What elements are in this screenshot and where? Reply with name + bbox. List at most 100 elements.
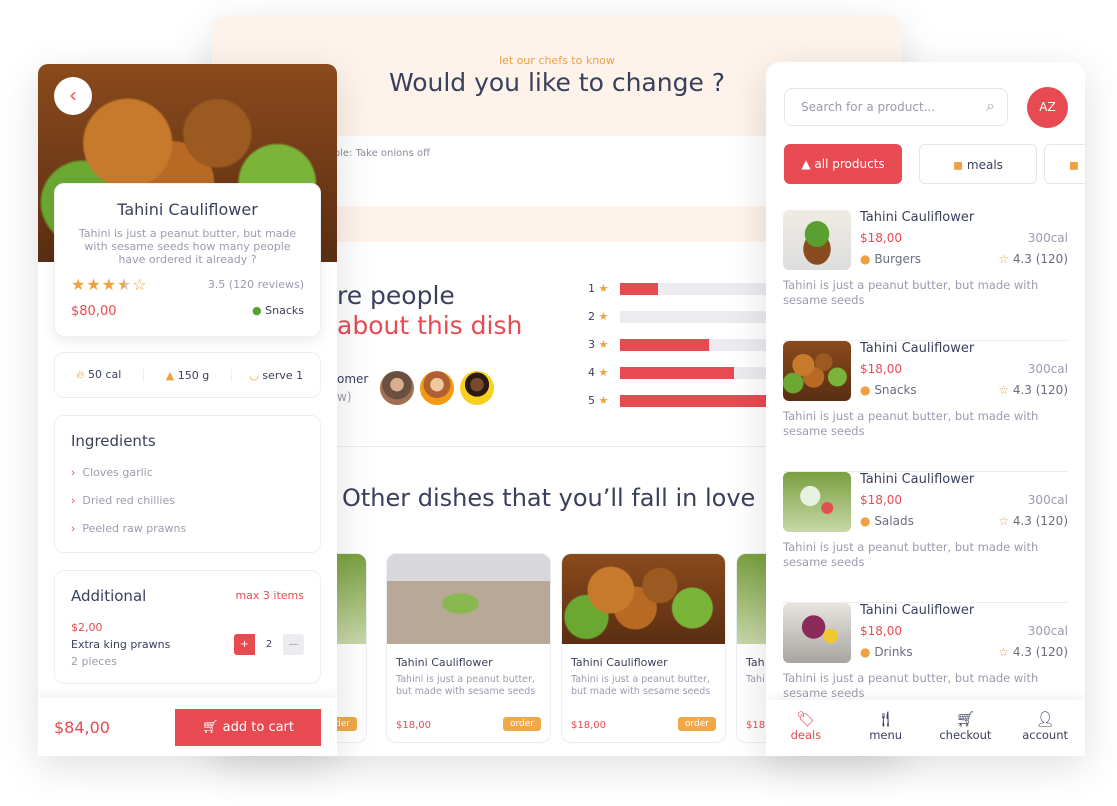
chevron-left-icon: ‹ — [69, 83, 77, 107]
dish-image — [387, 554, 550, 644]
product-calories: 300cal — [1027, 231, 1068, 245]
product-image — [783, 603, 851, 663]
search-input[interactable]: Search for a product... ⌕ — [784, 88, 1008, 126]
dish-price: $18,00 — [396, 720, 431, 731]
dish-card[interactable]: Tahini Cauliflower Tahini is just a peanu… — [386, 553, 551, 743]
search-placeholder: Search for a product... — [801, 100, 936, 114]
dish-info-card: Tahini Cauliflower Tahini is just a pean… — [54, 183, 321, 337]
avatar — [420, 371, 454, 405]
stat-label: 150 g — [177, 368, 210, 382]
nav-menu[interactable]: 🍴︎ menu — [846, 700, 926, 756]
dish-description: Tahini is just a peanut butter, but made… — [78, 227, 297, 266]
dish-name: Tahini Cauliflower — [117, 200, 258, 219]
increment-button[interactable]: + — [234, 634, 255, 655]
product-item[interactable]: Tahini Cauliflower $18,00 300cal ● Snacks ☆ … — [783, 341, 1068, 472]
dish-image — [562, 554, 725, 644]
rating-text: 3.5 (120 reviews) — [207, 278, 304, 291]
product-calories: 300cal — [1027, 493, 1068, 507]
product-rating: ☆ 4.3 (120) — [998, 383, 1068, 397]
add-to-cart-label: add to cart — [222, 720, 294, 735]
product-rating: ☆ 4.3 (120) — [998, 645, 1068, 659]
reviews-title-line2: about this dish — [337, 311, 523, 340]
ingredient-item: › Dried red chillies — [71, 494, 175, 507]
star-icon: ★ — [598, 310, 609, 323]
star-icon: ☆ — [998, 514, 1009, 528]
cloche-icon: ▲ — [801, 157, 811, 171]
product-image — [783, 472, 851, 532]
order-button[interactable]: order — [503, 717, 541, 731]
dish-description: Tahini is just a peanut butter, but made… — [571, 674, 711, 697]
chevron-right-icon: › — [71, 466, 76, 479]
note-placeholder: mple: Take onions off — [324, 148, 431, 159]
serve-stat: ◡ serve 1 — [232, 369, 320, 382]
product-category: ● Burgers — [860, 252, 922, 266]
category-icon: ● — [860, 252, 871, 266]
tag-icon: 🏷︎ — [796, 710, 816, 728]
stats-card: 🔥︎ 50 cal ▲ 150 g ◡ serve 1 — [54, 352, 321, 398]
quantity-value: 2 — [255, 634, 283, 655]
product-category: ● Salads — [860, 514, 914, 528]
ingredients-card: Ingredients › Cloves garlic › Dried red c… — [54, 415, 321, 553]
ingredient-item: › Cloves garlic — [71, 466, 153, 479]
star-icon: ★ — [598, 282, 609, 295]
product-name: Tahini Cauliflower — [860, 210, 975, 225]
other-dishes-title: Other dishes that you’ll fall in love — [342, 484, 756, 512]
checkout-bar: $84,00 🛒︎ add to cart — [38, 698, 337, 756]
product-name: Tahini Cauliflower — [860, 341, 975, 356]
product-rating: ☆ 4.3 (120) — [998, 252, 1068, 266]
utensils-icon: 🍴︎ — [876, 710, 896, 728]
nav-deals[interactable]: 🏷︎ deals — [766, 700, 846, 756]
category-chip[interactable]: ▲ all products — [784, 144, 902, 184]
drink-icon: ◼ — [1069, 158, 1079, 172]
quantity-stepper[interactable]: + 2 — — [234, 634, 304, 655]
product-price: $18,00 — [860, 493, 902, 507]
dish-price: $18, — [746, 720, 769, 731]
sort-az-button[interactable]: AZ — [1027, 87, 1068, 128]
product-price: $18,00 — [860, 362, 902, 376]
product-name: Tahini Cauliflower — [860, 603, 975, 618]
cart-icon: 🛒︎ — [955, 710, 975, 728]
bottom-nav: 🏷︎ deals 🍴︎ menu 🛒︎ checkout 👤︎ account — [766, 700, 1085, 756]
calories-stat: 🔥︎ 50 cal — [55, 368, 144, 382]
order-button[interactable]: order — [678, 717, 716, 731]
product-description: Tahini is just a peanut butter, but made… — [783, 671, 1039, 700]
customer-label: omer — [337, 372, 369, 386]
back-button[interactable]: ‹ — [54, 77, 92, 115]
chevron-right-icon: › — [71, 494, 76, 507]
star-icon: ☆ — [998, 645, 1009, 659]
product-name: Tahini Cauliflower — [860, 472, 975, 487]
max-items: max 3 items — [235, 589, 304, 602]
add-to-cart-button[interactable]: 🛒︎ add to cart — [175, 709, 321, 746]
extra-sub: 2 pieces — [71, 655, 117, 668]
product-image — [783, 210, 851, 270]
extra-price: $2,00 — [71, 621, 103, 634]
dish-card[interactable]: Tahini Cauliflower Tahini is just a peanu… — [561, 553, 726, 743]
meal-icon: ◼ — [953, 158, 964, 172]
product-calories: 300cal — [1027, 362, 1068, 376]
search-icon[interactable]: ⌕ — [986, 96, 995, 116]
rating-row-label: 1 ★ — [588, 282, 609, 295]
product-calories: 300cal — [1027, 624, 1068, 638]
user-icon: 👤︎ — [1035, 710, 1055, 728]
dish-price: $18,00 — [571, 720, 606, 731]
category-chip[interactable]: ◼ — [1044, 144, 1085, 184]
rating-row-label: 5 ★ — [588, 394, 609, 407]
stat-label: 50 cal — [87, 368, 122, 381]
reviews-title: re people about this dish — [337, 281, 522, 341]
extra-name: Extra king prawns — [71, 638, 171, 651]
cart-icon: 🛒︎ — [202, 720, 219, 735]
category-label: Snacks — [265, 304, 304, 317]
star-icon: ☆ — [998, 383, 1009, 397]
star-icon: ★ — [598, 366, 609, 379]
decrement-button[interactable]: — — [283, 634, 304, 655]
product-item[interactable]: Tahini Cauliflower $18,00 300cal ● Salads ☆ … — [783, 472, 1068, 603]
category-chip[interactable]: ◼ meals — [919, 144, 1037, 184]
nav-account[interactable]: 👤︎ account — [1005, 700, 1085, 756]
category-icon: ● — [860, 383, 871, 397]
stat-label: serve 1 — [262, 368, 304, 382]
additional-title: Additional — [71, 587, 147, 605]
rating-row-label: 2 ★ — [588, 310, 609, 323]
rating-stars: ★★★★☆ — [71, 275, 148, 294]
product-item[interactable]: Tahini Cauliflower $18,00 300cal ● Burgers ☆… — [783, 210, 1068, 341]
nav-checkout[interactable]: 🛒︎ checkout — [926, 700, 1006, 756]
